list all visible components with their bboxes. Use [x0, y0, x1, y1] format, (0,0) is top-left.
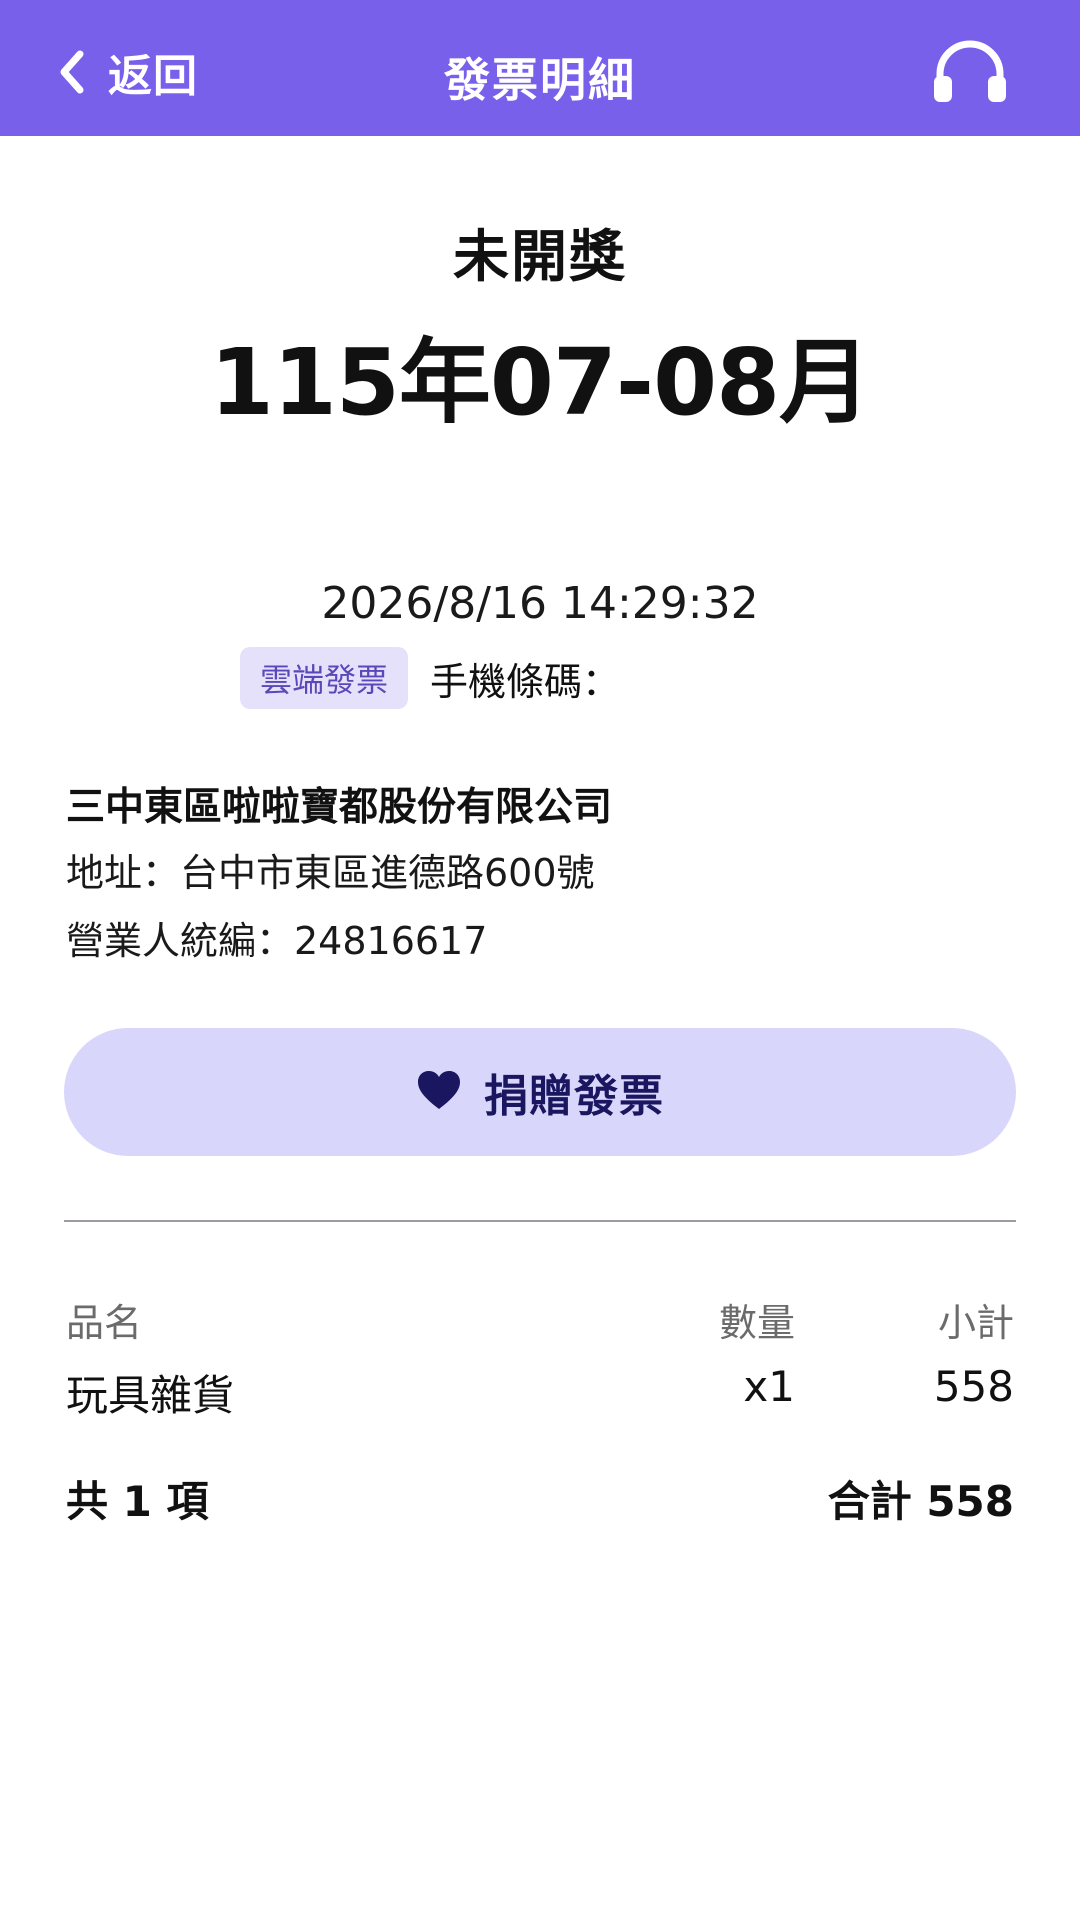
- item-name: 玩具雜貨: [66, 1371, 235, 1420]
- item-count: 共 1 項: [66, 1477, 209, 1526]
- column-header-subtotal: 小計: [937, 1301, 1014, 1345]
- carrier-row: 雲端發票 手機條碼：: [240, 647, 621, 709]
- seller-tax-id: 營業人統編：24816617: [66, 919, 488, 963]
- headset-icon[interactable]: [930, 40, 1010, 104]
- item-subtotal: 558: [933, 1362, 1014, 1411]
- donate-invoice-button[interactable]: 捐贈發票: [64, 1028, 1016, 1156]
- donate-button-label: 捐贈發票: [484, 1071, 664, 1122]
- carrier-type-badge: 雲端發票: [240, 647, 409, 709]
- invoice-datetime: 2026/8/16 14:29:32: [321, 578, 759, 629]
- divider: [64, 1220, 1016, 1222]
- page-title: 發票明細: [444, 53, 636, 107]
- seller-address: 地址：台中市東區進德路600號: [66, 851, 595, 895]
- app-header: 返回 發票明細: [0, 0, 1080, 136]
- total-amount: 合計 558: [827, 1477, 1014, 1526]
- seller-name: 三中東區啦啦寶都股份有限公司: [66, 785, 613, 830]
- draw-status: 未開獎: [453, 225, 627, 290]
- mobile-barcode-label: 手機條碼：: [430, 659, 621, 704]
- item-qty: x1: [743, 1362, 795, 1411]
- heart-icon: [416, 1069, 462, 1115]
- column-header-name: 品名: [66, 1301, 143, 1345]
- invoice-period: 115年07-08月: [209, 329, 871, 436]
- column-header-qty: 數量: [718, 1301, 795, 1345]
